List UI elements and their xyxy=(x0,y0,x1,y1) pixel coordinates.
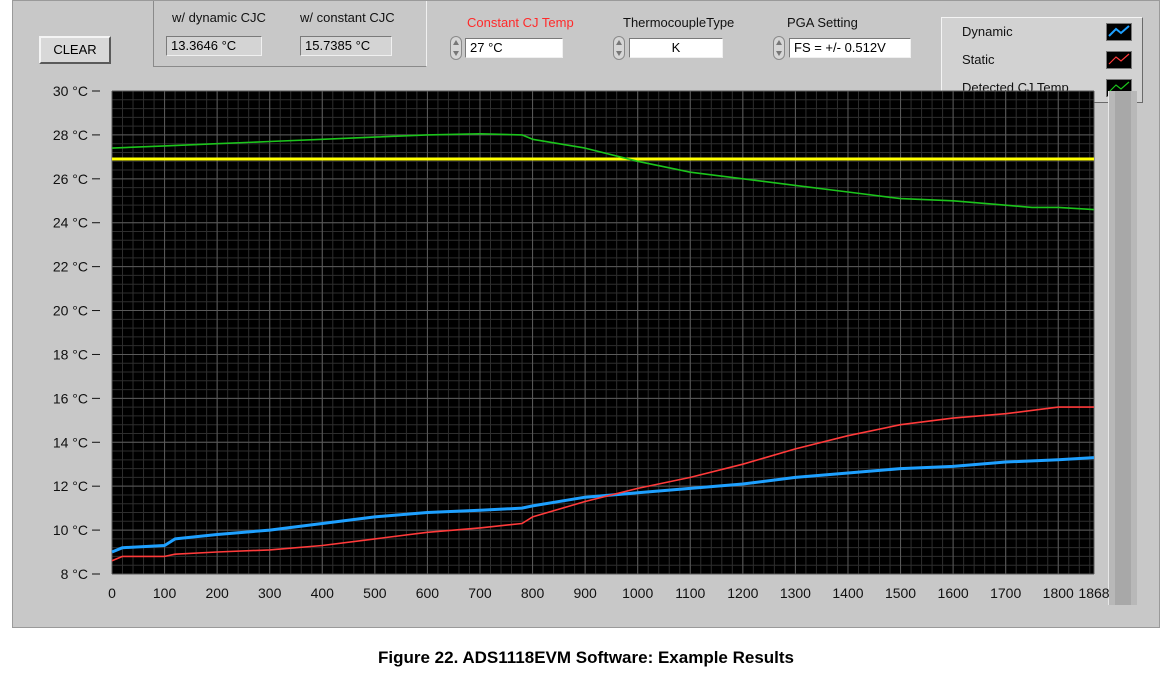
x-tick-label: 200 xyxy=(205,585,229,601)
y-axis-ticks: 8 °C 10 °C 12 °C 14 °C 16 °C 18 °C 20 °C 22 °C 2… xyxy=(53,83,100,582)
x-tick-label: 1600 xyxy=(938,585,969,601)
y-tick-label: 12 °C xyxy=(53,478,88,494)
x-tick-label: 1800 xyxy=(1043,585,1074,601)
x-tick-label: 1700 xyxy=(990,585,1021,601)
y-tick-label: 26 °C xyxy=(53,171,88,187)
y-tick-label: 22 °C xyxy=(53,259,88,275)
temperature-chart: 8 °C 10 °C 12 °C 14 °C 16 °C 18 °C 20 °C 22 °C 2… xyxy=(53,83,1110,601)
y-tick-label: 16 °C xyxy=(53,390,88,406)
x-tick-label: 500 xyxy=(363,585,387,601)
x-tick-label: 600 xyxy=(416,585,440,601)
x-tick-label: 1200 xyxy=(727,585,758,601)
x-tick-label: 300 xyxy=(258,585,282,601)
y-tick-label: 24 °C xyxy=(53,215,88,231)
x-tick-label: 800 xyxy=(521,585,545,601)
figure-caption: Figure 22. ADS1118EVM Software: Example … xyxy=(377,648,795,667)
x-tick-label: 1000 xyxy=(622,585,653,601)
x-tick-label: 1868 xyxy=(1078,585,1109,601)
x-tick-label: 1500 xyxy=(885,585,916,601)
y-tick-label: 8 °C xyxy=(61,566,88,582)
y-tick-label: 28 °C xyxy=(53,127,88,143)
y-tick-label: 14 °C xyxy=(53,434,88,450)
y-tick-label: 18 °C xyxy=(53,346,88,362)
x-tick-label: 700 xyxy=(468,585,492,601)
x-tick-label: 900 xyxy=(573,585,597,601)
y-tick-label: 10 °C xyxy=(53,522,88,538)
x-tick-label: 1300 xyxy=(780,585,811,601)
x-tick-label: 100 xyxy=(153,585,177,601)
y-tick-label: 20 °C xyxy=(53,303,88,319)
x-tick-label: 1100 xyxy=(675,585,705,601)
x-tick-label: 1400 xyxy=(832,585,863,601)
x-tick-label: 400 xyxy=(311,585,335,601)
y-tick-label: 30 °C xyxy=(53,83,88,99)
x-axis-ticks: 0 100 200 300 400 500 600 700 800 900 1000 1100 1200… xyxy=(108,585,1110,601)
x-tick-label: 0 xyxy=(108,585,116,601)
